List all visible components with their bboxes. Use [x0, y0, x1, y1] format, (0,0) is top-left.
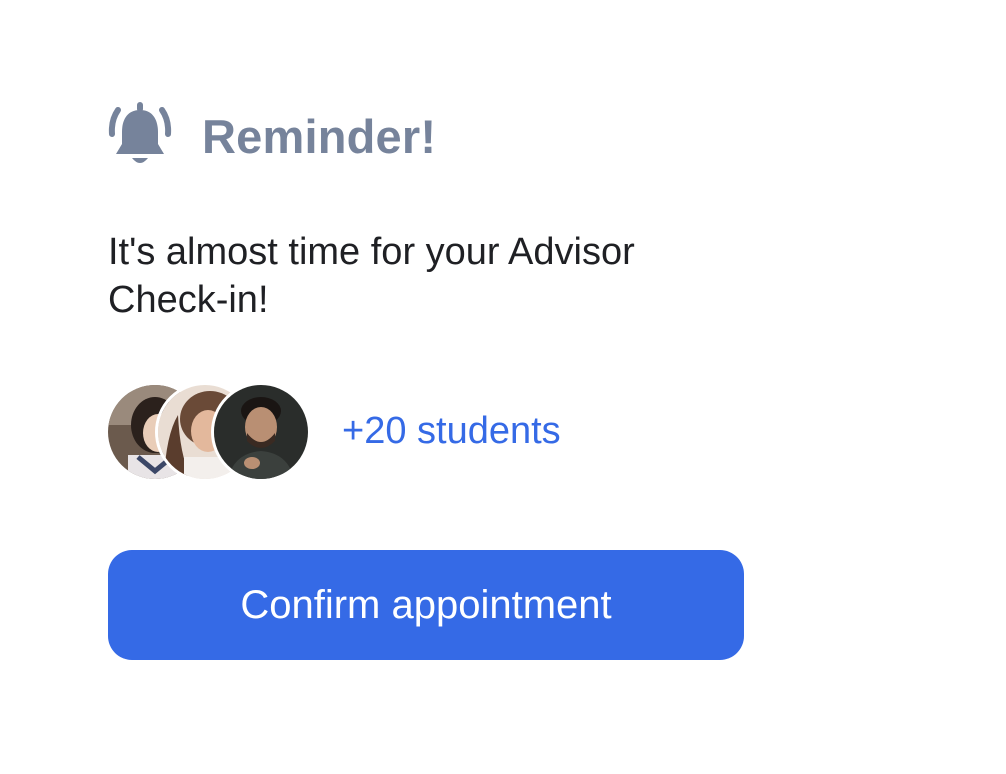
bell-ringing-icon — [108, 100, 172, 172]
students-count-link[interactable]: +20 students — [342, 410, 561, 453]
reminder-message: It's almost time for your Advisor Check-… — [108, 231, 635, 321]
confirm-appointment-button[interactable]: Confirm appointment — [108, 550, 744, 660]
student-avatar-3 — [211, 382, 311, 482]
reminder-card: Reminder! It's almost time for your Advi… — [105, 96, 748, 660]
reminder-title: Reminder! — [202, 109, 437, 163]
reminder-header: Reminder! — [108, 96, 748, 176]
avatar-stack — [105, 382, 311, 482]
attendees-row: +20 students — [105, 382, 561, 482]
